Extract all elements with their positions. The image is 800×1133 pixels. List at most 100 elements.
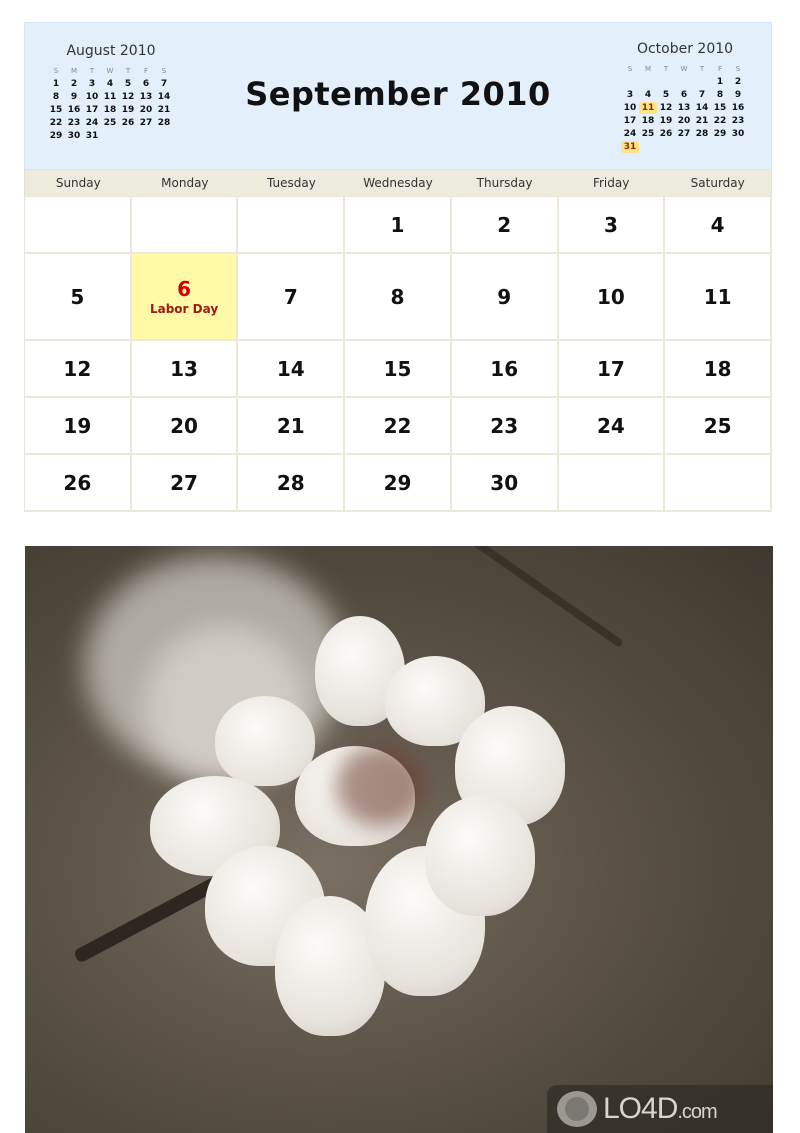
mini-day: 23 [67, 118, 81, 128]
mini-day: 24 [623, 129, 637, 139]
day-cell: 7 [238, 254, 346, 341]
day-number: 13 [170, 356, 198, 381]
mini-day: 26 [659, 129, 673, 139]
day-number: 17 [597, 356, 625, 381]
day-number: 6 [177, 277, 192, 301]
day-number: 25 [703, 413, 732, 438]
day-cell: 10 [558, 254, 666, 341]
day-cell: 29 [345, 455, 452, 512]
mini-day: 30 [67, 131, 81, 141]
day-cell: 2 [451, 197, 559, 254]
mini-day: 3 [626, 90, 634, 100]
day-cell: 15 [345, 341, 452, 398]
empty-day-cell [131, 197, 239, 254]
mini-weekday-label: W [680, 65, 688, 73]
weekday-label: Tuesday [267, 176, 316, 190]
mini-weekday-label: S [627, 65, 633, 73]
day-cell: 17 [558, 341, 666, 398]
mini-blank-day [693, 76, 711, 88]
month-grid: 1 2 3 4 5 6 Labor Day 7 8 9 10 11 12 13 14 15 16 17 18 19 20… [24, 196, 772, 512]
mini-day: 1 [716, 77, 724, 87]
mini-day: 15 [713, 103, 727, 113]
day-cell: 22 [345, 398, 452, 455]
day-cell: 4 [665, 197, 772, 254]
day-cell: 23 [451, 398, 559, 455]
weekday-label: Sunday [55, 176, 101, 190]
mini-blank-day [657, 76, 675, 88]
mini-day: 9 [734, 90, 742, 100]
mini-day: 22 [713, 116, 727, 126]
mini-day: 23 [731, 116, 745, 126]
mini-day: 24 [85, 118, 99, 128]
mini-day: 8 [716, 90, 724, 100]
day-number: 4 [710, 212, 725, 237]
day-cell: 5 [25, 254, 132, 341]
day-cell: 3 [558, 197, 666, 254]
weekday-label: Thursday [476, 176, 533, 190]
day-cell: 6 Labor Day [131, 254, 239, 341]
mini-day: 28 [695, 129, 709, 139]
mini-day: 28 [157, 118, 171, 128]
day-cell: 26 [25, 455, 132, 512]
day-number: 24 [597, 413, 625, 438]
empty-day-cell [558, 455, 666, 512]
mini-day: 10 [623, 103, 637, 113]
calendar-photo: LO4D.com [25, 546, 773, 1133]
mini-calendar-title: August 2010 [66, 43, 156, 59]
day-number: 20 [170, 413, 198, 438]
day-number: 21 [276, 413, 305, 438]
mini-day: 6 [680, 90, 688, 100]
day-number: 23 [490, 413, 519, 438]
day-cell: 1 [345, 197, 452, 254]
mini-calendar-title: October 2010 [636, 41, 734, 57]
mini-day: 20 [677, 116, 691, 126]
day-cell: 16 [451, 341, 559, 398]
calendar-page: August 2010 S M T W T F S 1 2 3 4 5 6 7 8 9 10 11 12 13 14 15… [24, 22, 772, 512]
mini-day: 25 [103, 118, 117, 128]
day-cell: 12 [25, 341, 132, 398]
day-number: 5 [70, 284, 85, 309]
day-cell: 18 [665, 341, 772, 398]
day-number: 9 [497, 284, 512, 309]
day-number: 19 [63, 413, 92, 438]
empty-day-cell [238, 197, 346, 254]
photo-branch [406, 546, 624, 648]
weekday-label: Monday [161, 176, 209, 190]
day-number: 12 [63, 356, 92, 381]
empty-day-cell [665, 455, 772, 512]
lo4d-logo-icon [557, 1091, 597, 1127]
mini-weekday-label: T [663, 65, 669, 73]
mini-calendar-next: October 2010 S M T W T F S 1 2 3 4 5 6 7 8 9 10 11 12 13 14 1… [621, 41, 749, 153]
mini-day: 4 [644, 90, 652, 100]
mini-day: 22 [49, 118, 63, 128]
day-cell: 28 [238, 455, 346, 512]
day-number: 2 [497, 212, 512, 237]
day-number: 26 [63, 470, 92, 495]
day-cell: 30 [451, 455, 559, 512]
holiday-label: Labor Day [149, 302, 219, 316]
mini-day: 27 [677, 129, 691, 139]
weekday-label: Wednesday [363, 176, 433, 190]
day-number: 14 [276, 356, 305, 381]
day-number: 29 [383, 470, 412, 495]
mini-day: 21 [695, 116, 709, 126]
day-number: 1 [390, 212, 405, 237]
mini-day: 29 [713, 129, 727, 139]
mini-weekday-label: M [644, 65, 652, 73]
mini-day: 2 [734, 77, 742, 87]
day-number: 7 [283, 284, 298, 309]
mini-day: 16 [731, 103, 745, 113]
mini-day: 31 [621, 141, 639, 153]
day-cell: 27 [131, 455, 239, 512]
mini-day: 17 [623, 116, 637, 126]
mini-weekday-label: F [717, 65, 723, 73]
mini-blank-day [639, 76, 657, 88]
mini-day: 19 [659, 116, 673, 126]
watermark-text: LO4D.com [603, 1092, 718, 1125]
day-cell: 25 [665, 398, 772, 455]
empty-day-cell [25, 197, 132, 254]
mini-day: 7 [698, 90, 706, 100]
photo-flower-center [335, 746, 425, 826]
day-number: 28 [276, 470, 305, 495]
mini-day: 31 [85, 131, 99, 141]
